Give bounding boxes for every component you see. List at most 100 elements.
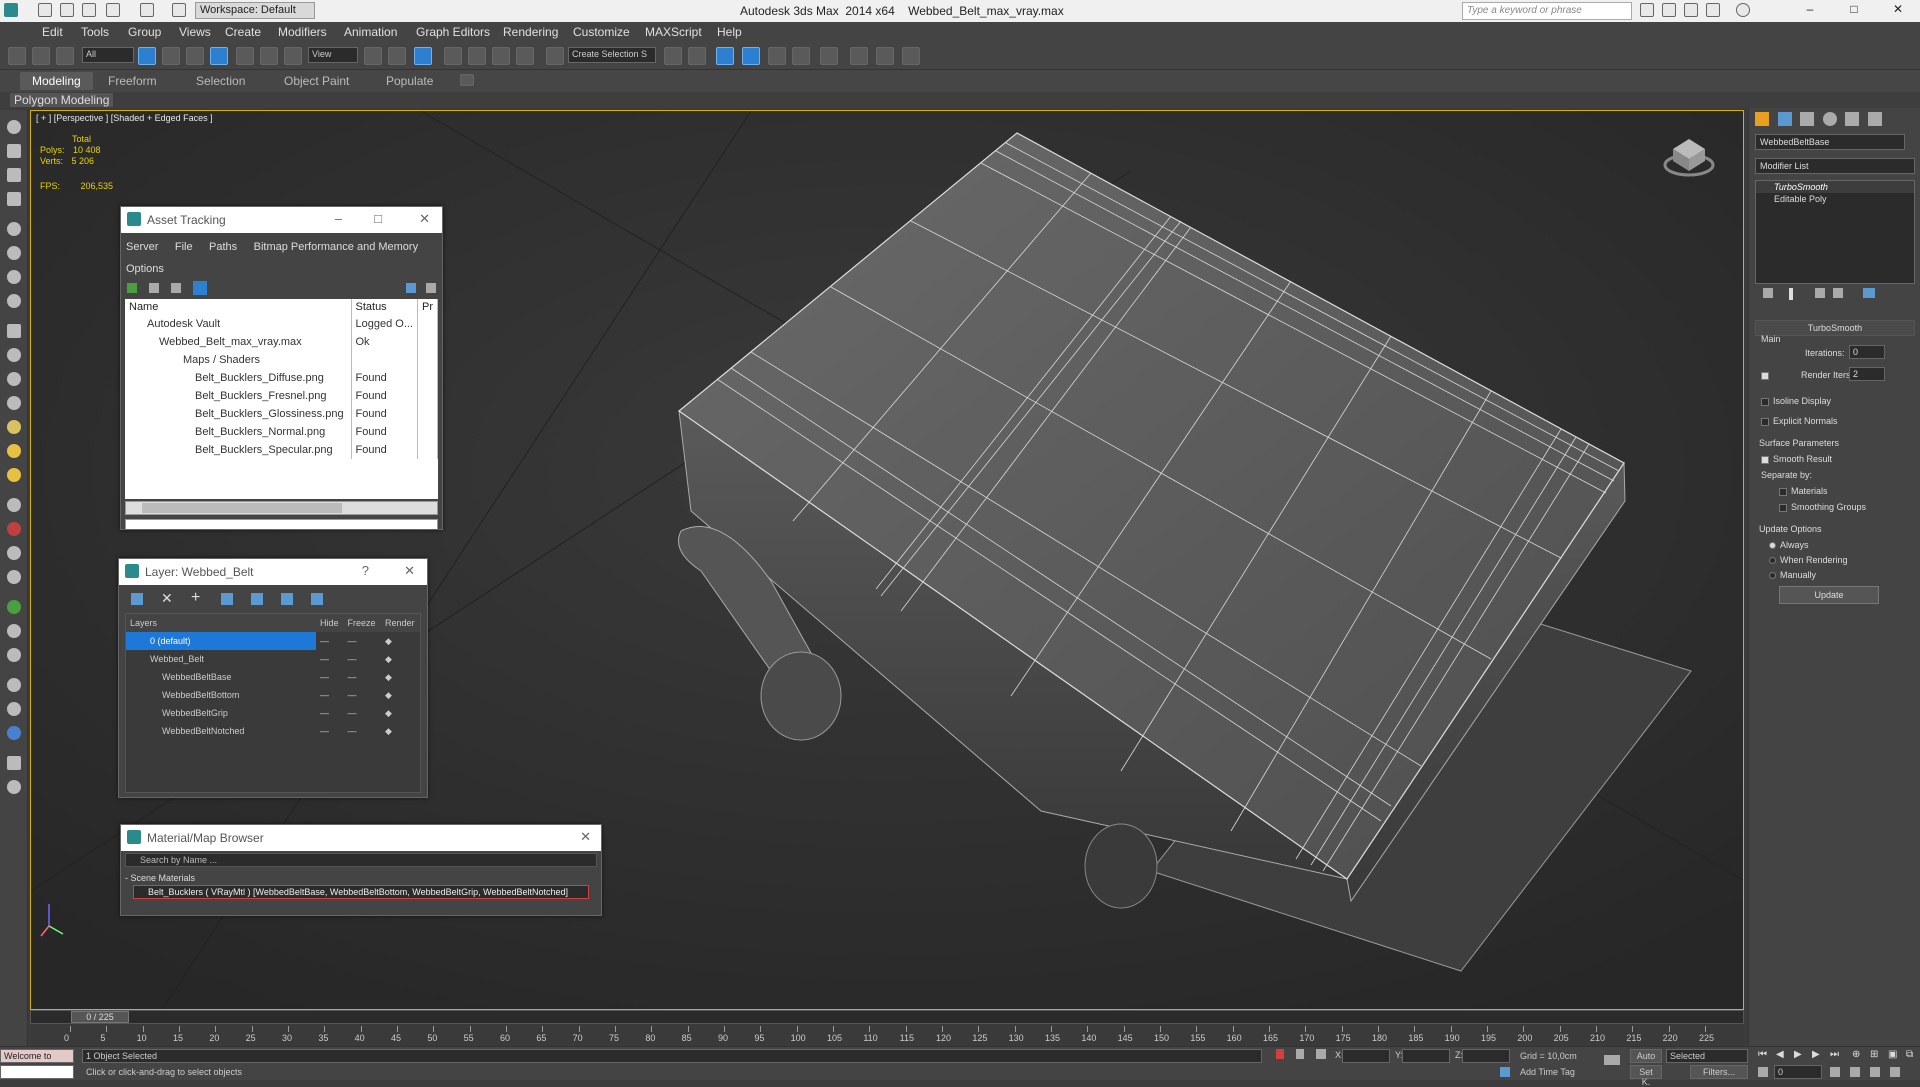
pin-icon[interactable] xyxy=(426,283,436,293)
maximize-button[interactable]: □ xyxy=(374,211,382,226)
motion-tab-icon[interactable] xyxy=(1822,112,1837,126)
table-row[interactable]: Autodesk Vault Logged O... xyxy=(125,315,438,333)
reference-coord-dropdown[interactable]: View xyxy=(308,47,358,63)
table-row[interactable]: Belt_Bucklers_Specular.png Found xyxy=(125,441,438,459)
biped-tool-icon[interactable] xyxy=(7,570,21,584)
set-key-button[interactable]: Set K. xyxy=(1630,1065,1662,1087)
utilities-tab-icon[interactable] xyxy=(1867,112,1882,126)
material-editor-icon[interactable] xyxy=(820,47,838,65)
y-coord-field[interactable] xyxy=(1402,1049,1450,1063)
time-slider[interactable]: 0 / 225 xyxy=(30,1010,1744,1024)
hide-all-icon[interactable] xyxy=(281,593,293,605)
cylinder-tool-icon[interactable] xyxy=(7,324,21,338)
viewport-label[interactable]: [ + ] [Perspective ] [Shaded + Edged Fac… xyxy=(36,113,213,123)
asset-tracking-scrollbar[interactable] xyxy=(125,501,438,515)
layer-row[interactable]: WebbedBeltGrip — — ◆ xyxy=(126,704,420,722)
materials-checkbox[interactable] xyxy=(1779,487,1787,496)
detail-view-icon[interactable] xyxy=(193,281,207,295)
stack-item-turbosmooth[interactable]: TurboSmooth xyxy=(1756,181,1914,193)
menu-views[interactable]: Views xyxy=(179,25,211,39)
menu-group[interactable]: Group xyxy=(128,25,161,39)
key-filters-button[interactable]: Filters... xyxy=(1690,1065,1748,1079)
key-mode-icon[interactable] xyxy=(1758,1067,1768,1077)
configure-sets-icon[interactable] xyxy=(1863,288,1875,298)
add-to-layer-icon[interactable]: + xyxy=(191,589,200,607)
tab-populate[interactable]: Populate xyxy=(386,74,433,88)
tab-modeling[interactable]: Modeling xyxy=(20,72,93,90)
table-row[interactable]: Maps / Shaders xyxy=(125,351,438,369)
rendered-frame-window-icon[interactable] xyxy=(876,47,894,65)
table-row[interactable]: Belt_Bucklers_Fresnel.png Found xyxy=(125,387,438,405)
refresh-icon[interactable] xyxy=(127,283,137,293)
asset-path-field[interactable] xyxy=(125,519,438,529)
isoline-checkbox[interactable] xyxy=(1761,397,1769,406)
new-file-icon[interactable] xyxy=(38,3,52,17)
menu-bitmap-performance[interactable]: Bitmap Performance and Memory xyxy=(254,241,418,253)
add-time-tag[interactable]: Add Time Tag xyxy=(1516,1065,1590,1079)
particle-tool-icon[interactable] xyxy=(7,624,21,638)
ribbon-options-icon[interactable] xyxy=(460,74,474,86)
x-coord-field[interactable] xyxy=(1342,1049,1390,1063)
curve-editor-icon[interactable] xyxy=(792,47,810,65)
select-by-name-icon[interactable] xyxy=(162,47,180,65)
go-to-start-icon[interactable]: ⏮ xyxy=(1758,1049,1767,1060)
align-icon[interactable] xyxy=(688,47,706,65)
auto-key-button[interactable]: Auto xyxy=(1630,1049,1662,1063)
iterations-spinner[interactable]: 0 xyxy=(1849,345,1885,359)
col-layers[interactable]: Layers xyxy=(126,614,316,632)
foliage-tool-icon[interactable] xyxy=(7,600,21,614)
open-file-icon[interactable] xyxy=(60,3,74,17)
rectangle-selection-icon[interactable] xyxy=(186,47,204,65)
manually-radio[interactable] xyxy=(1769,572,1776,580)
set-key-icon[interactable] xyxy=(1604,1055,1620,1065)
material-search-input[interactable]: Search by Name ... xyxy=(125,853,597,867)
table-row[interactable]: Belt_Bucklers_Glossiness.png Found xyxy=(125,405,438,423)
asset-tracking-titlebar[interactable]: Asset Tracking – □ ✕ xyxy=(121,207,442,233)
key-filter-dropdown[interactable]: Selected xyxy=(1666,1049,1748,1063)
modify-tab-icon[interactable] xyxy=(1777,112,1792,126)
menu-tools[interactable]: Tools xyxy=(81,25,109,39)
mirror-icon[interactable] xyxy=(664,47,682,65)
menu-create[interactable]: Create xyxy=(225,25,261,39)
close-button[interactable]: ✕ xyxy=(580,829,591,845)
object-name-field[interactable]: WebbedBeltBase xyxy=(1755,134,1905,150)
angle-snap-icon[interactable] xyxy=(468,47,486,65)
update-button[interactable]: Update xyxy=(1779,586,1879,604)
vray-tool-icon[interactable] xyxy=(7,726,21,740)
show-end-result-icon[interactable] xyxy=(1789,288,1793,300)
spinner-snap-icon[interactable] xyxy=(516,47,534,65)
tools-icon[interactable] xyxy=(1684,3,1698,17)
menu-graph-editors[interactable]: Graph Editors xyxy=(416,25,490,39)
brush-tool-icon[interactable] xyxy=(7,522,21,536)
stack-item-editable-poly[interactable]: Editable Poly xyxy=(1756,193,1914,205)
box-tool-icon[interactable] xyxy=(7,144,21,158)
tab-freeform[interactable]: Freeform xyxy=(108,74,157,88)
minimize-button[interactable]: – xyxy=(1790,2,1830,16)
display-tab-icon[interactable] xyxy=(1845,112,1860,126)
absolute-mode-icon[interactable] xyxy=(1316,1049,1326,1059)
table-row[interactable]: Belt_Bucklers_Diffuse.png Found xyxy=(125,369,438,387)
orbit-icon[interactable] xyxy=(1870,1067,1880,1077)
layer-window-titlebar[interactable]: Layer: Webbed_Belt ? ✕ xyxy=(119,559,427,585)
render-iters-checkbox[interactable] xyxy=(1761,371,1769,380)
zoom-icon[interactable]: ⊕ xyxy=(1852,1049,1860,1060)
lock-selection-icon[interactable] xyxy=(1296,1049,1304,1059)
close-button[interactable]: ✕ xyxy=(1878,2,1918,16)
grid-tool-icon[interactable] xyxy=(7,192,21,206)
star-icon[interactable] xyxy=(1706,3,1720,17)
pan-icon[interactable] xyxy=(1850,1067,1860,1077)
close-button[interactable]: ✕ xyxy=(419,211,430,227)
freeze-all-icon[interactable] xyxy=(311,593,323,605)
new-layer-icon[interactable] xyxy=(131,593,143,605)
close-button[interactable]: ✕ xyxy=(404,563,415,579)
go-to-end-icon[interactable]: ⏭ xyxy=(1830,1049,1839,1060)
bind-spacewarp-icon[interactable] xyxy=(56,47,74,65)
when-rendering-radio[interactable] xyxy=(1769,557,1776,565)
rotate-icon[interactable] xyxy=(260,47,278,65)
polygon-modeling-label[interactable]: Polygon Modeling xyxy=(10,93,114,107)
layer-row[interactable]: Webbed_Belt — — ◆ xyxy=(126,650,420,668)
light-tool-icon[interactable] xyxy=(7,222,21,236)
col-hide[interactable]: Hide xyxy=(316,614,344,632)
omni-light-icon[interactable] xyxy=(7,468,21,482)
link-icon[interactable] xyxy=(8,47,26,65)
